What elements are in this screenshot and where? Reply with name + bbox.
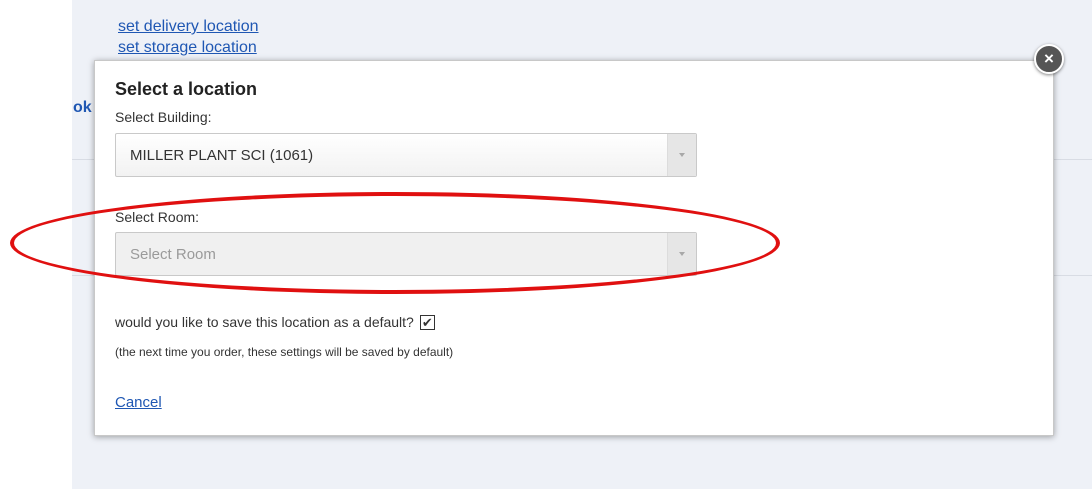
cancel-link[interactable]: Cancel — [115, 394, 162, 411]
chevron-down-icon[interactable] — [667, 233, 696, 275]
building-select[interactable]: MILLER PLANT SCI (1061) — [115, 133, 697, 177]
room-label: Select Room: — [115, 209, 200, 225]
checkmark-icon: ✔ — [421, 314, 433, 330]
chevron-down-icon[interactable] — [667, 134, 696, 176]
default-location-checkbox[interactable]: ✔ — [419, 314, 435, 330]
building-select-value: MILLER PLANT SCI (1061) — [130, 147, 314, 164]
close-button[interactable]: × — [1034, 44, 1064, 74]
room-select-value: Select Room — [130, 246, 216, 263]
close-icon: × — [1044, 49, 1054, 68]
background-cut-text: ok — [73, 99, 92, 116]
modal-title: Select a location — [115, 79, 258, 99]
default-location-row: would you like to save this location as … — [115, 314, 435, 330]
select-location-modal: Select a location Select Building: MILLE… — [94, 60, 1054, 436]
room-select[interactable]: Select Room — [115, 232, 697, 276]
building-label: Select Building: — [115, 109, 212, 125]
background-links: set delivery location set storage locati… — [118, 16, 259, 58]
set-storage-location-link[interactable]: set storage location — [118, 37, 259, 58]
set-delivery-location-link[interactable]: set delivery location — [118, 16, 259, 37]
default-location-question: would you like to save this location as … — [115, 314, 414, 330]
default-location-hint: (the next time you order, these settings… — [115, 345, 454, 359]
